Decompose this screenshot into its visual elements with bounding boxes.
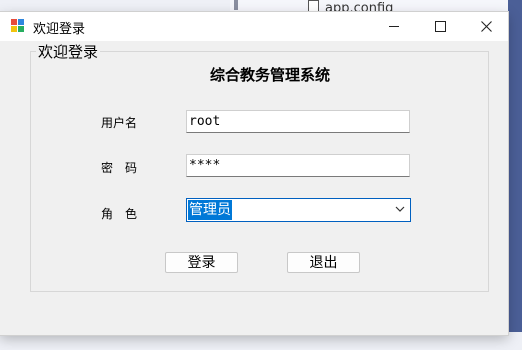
role-selected-value: 管理员 — [188, 200, 232, 220]
username-input[interactable]: root — [186, 110, 410, 133]
password-label: 密码 — [101, 161, 150, 175]
close-icon — [480, 21, 492, 32]
role-label: 角色 — [101, 207, 150, 221]
minimize-button[interactable] — [371, 12, 417, 41]
chevron-down-icon — [395, 206, 405, 212]
system-title: 综合教务管理系统 — [209, 66, 330, 84]
ide-grip — [234, 0, 238, 10]
minimize-icon — [389, 26, 399, 27]
role-select[interactable]: 管理员 — [186, 198, 411, 222]
password-input[interactable]: **** — [186, 154, 410, 177]
title-bar[interactable]: 欢迎登录 — [0, 12, 508, 41]
maximize-icon — [434, 21, 446, 32]
exit-button[interactable]: 退出 — [287, 252, 360, 273]
close-button[interactable] — [463, 12, 509, 41]
app-icon — [11, 19, 24, 32]
window-title: 欢迎登录 — [33, 22, 86, 37]
group-box-label: 欢迎登录 — [36, 41, 101, 62]
username-label: 用户名 — [101, 116, 138, 130]
ide-side-bar — [508, 0, 522, 350]
login-button[interactable]: 登录 — [165, 252, 238, 273]
maximize-button[interactable] — [417, 12, 463, 41]
